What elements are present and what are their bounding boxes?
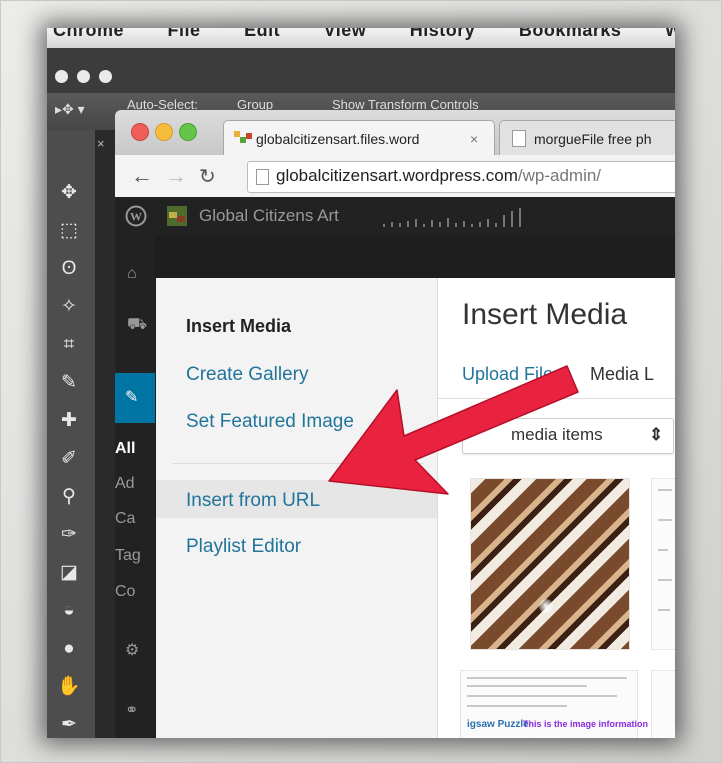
red-annotation-arrow-icon bbox=[328, 365, 579, 495]
screenshot: Chrome File Edit View History Bookmarks … bbox=[47, 28, 675, 738]
